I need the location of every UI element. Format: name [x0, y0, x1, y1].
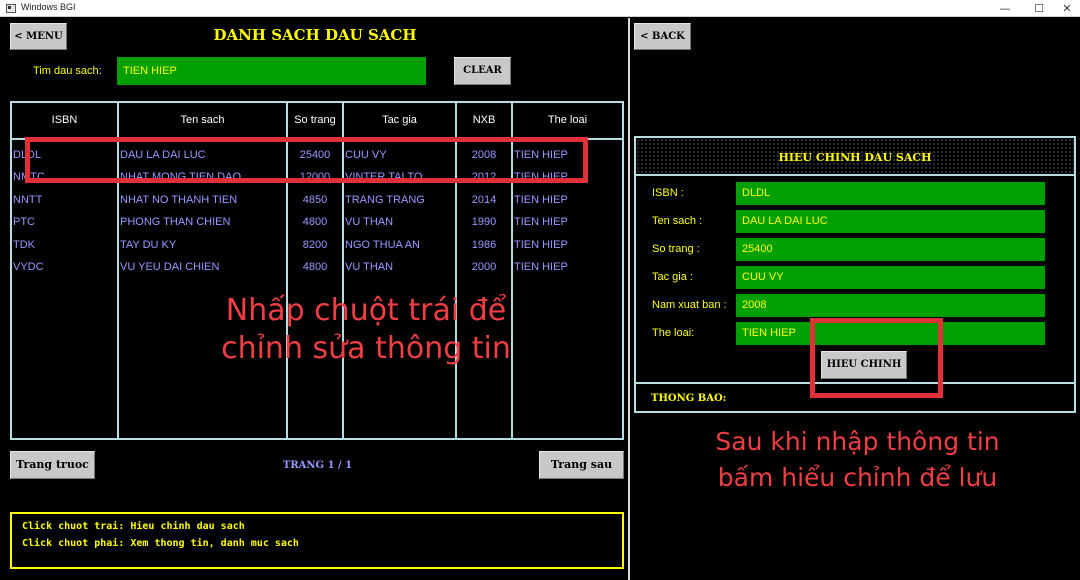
cell-title: VU YEU DAI CHIEN [120, 261, 220, 273]
year-field[interactable]: 2008 [736, 294, 1045, 317]
column-header-title: Ten sach [180, 114, 225, 126]
table-row[interactable]: TDK TAY DU KY 8200 NGO THUA AN 1986 TIEN… [12, 239, 622, 259]
cell-author: VU THAN [345, 216, 394, 228]
cell-title: PHONG THAN CHIEN [120, 216, 231, 228]
cell-genre: TIEN HIEP [514, 261, 568, 273]
pages-field[interactable]: 25400 [736, 238, 1045, 261]
prev-page-button[interactable]: Trang truoc [10, 451, 95, 479]
cell-pages: 8200 [302, 239, 328, 251]
cell-isbn: PTC [13, 216, 35, 228]
cell-isbn: NNTT [13, 194, 43, 206]
page-title: DANH SACH DAU SACH [213, 26, 417, 44]
search-input[interactable]: TIEN HIEP [117, 57, 426, 85]
column-header-year: NXB [472, 114, 496, 126]
left-instruction-note: Nhấp chuột trái để chỉnh sửa thông tin [160, 292, 572, 367]
pages-label: So trang : [652, 243, 700, 255]
isbn-field[interactable]: DLDL [736, 182, 1045, 205]
cell-title: NHAT NO THANH TIEN [120, 194, 238, 206]
column-header-pages: So trang [294, 114, 336, 126]
cell-pages: 4800 [302, 261, 328, 273]
page-indicator: TRANG 1 / 1 [282, 460, 353, 471]
help-box: Click chuot trai: Hieu chinh dau sach Cl… [10, 512, 624, 569]
table-row[interactable]: NNTT NHAT NO THANH TIEN 4850 TRANG TRANG… [12, 194, 622, 214]
form-header: HIEU CHINH DAU SACH [636, 138, 1074, 176]
cell-genre: TIEN HIEP [514, 216, 568, 228]
cell-isbn: VYDC [13, 261, 44, 273]
table-row[interactable]: VYDC VU YEU DAI CHIEN 4800 VU THAN 2000 … [12, 261, 622, 281]
cell-pages: 4800 [302, 216, 328, 228]
author-field[interactable]: CUU VY [736, 266, 1045, 289]
note-line: bấm hiểu chỉnh để lưu [717, 463, 998, 493]
search-label: Tim dau sach: [33, 65, 102, 77]
cell-genre: TIEN HIEP [514, 239, 568, 251]
next-page-button[interactable]: Trang sau [539, 451, 624, 479]
highlight-first-row [25, 137, 588, 183]
status-label: THONG BAO: [651, 393, 727, 404]
title-field[interactable]: DAU LA DAI LUC [736, 210, 1045, 233]
isbn-label: ISBN : [652, 187, 684, 199]
app-icon [6, 4, 16, 13]
cell-title: TAY DU KY [120, 239, 177, 251]
right-instruction-note: Sau khi nhập thông tin bấm hiểu chỉnh để… [680, 424, 1035, 497]
note-line: chỉnh sửa thông tin [221, 330, 511, 366]
cell-author: VU THAN [345, 261, 394, 273]
maximize-icon[interactable]: ☐ [1024, 0, 1054, 17]
close-icon[interactable]: ✕ [1052, 0, 1080, 17]
cell-author: NGO THUA AN [345, 239, 420, 251]
cell-genre: TIEN HIEP [514, 194, 568, 206]
author-label: Tac gia : [652, 271, 693, 283]
column-header-genre: The loai [547, 114, 588, 126]
help-line-right-click: Click chuot phai: Xem thong tin, danh mu… [22, 538, 299, 549]
help-line-left-click: Click chuot trai: Hieu chinh dau sach [22, 521, 245, 532]
cell-year: 1990 [471, 216, 497, 228]
note-line: Nhấp chuột trái để [225, 293, 507, 328]
clear-button[interactable]: CLEAR [454, 57, 511, 85]
window-title: Windows BGI [21, 2, 76, 12]
highlight-save-button [810, 318, 943, 398]
cell-year: 1986 [471, 239, 497, 251]
cell-year: 2000 [471, 261, 497, 273]
title-label: Ten sach : [652, 215, 703, 227]
genre-label: The loai: [652, 327, 695, 339]
cell-year: 2014 [471, 194, 497, 206]
cell-author: TRANG TRANG [345, 194, 425, 206]
column-header-isbn: ISBN [51, 114, 78, 126]
form-title: HIEU CHINH DAU SACH [778, 151, 932, 164]
table-row[interactable]: PTC PHONG THAN CHIEN 4800 VU THAN 1990 T… [12, 216, 622, 236]
back-button[interactable]: < BACK [634, 23, 691, 50]
cell-pages: 4850 [302, 194, 328, 206]
cell-isbn: TDK [13, 239, 35, 251]
menu-button[interactable]: < MENU [10, 23, 67, 50]
year-label: Nam xuat ban : [652, 299, 727, 311]
note-line: Sau khi nhập thông tin [715, 427, 1000, 456]
column-header-author: Tac gia [382, 114, 417, 126]
minimize-icon[interactable]: — [990, 0, 1020, 17]
panel-divider [628, 18, 630, 580]
window-titlebar: Windows BGI — ☐ ✕ [0, 0, 1080, 17]
